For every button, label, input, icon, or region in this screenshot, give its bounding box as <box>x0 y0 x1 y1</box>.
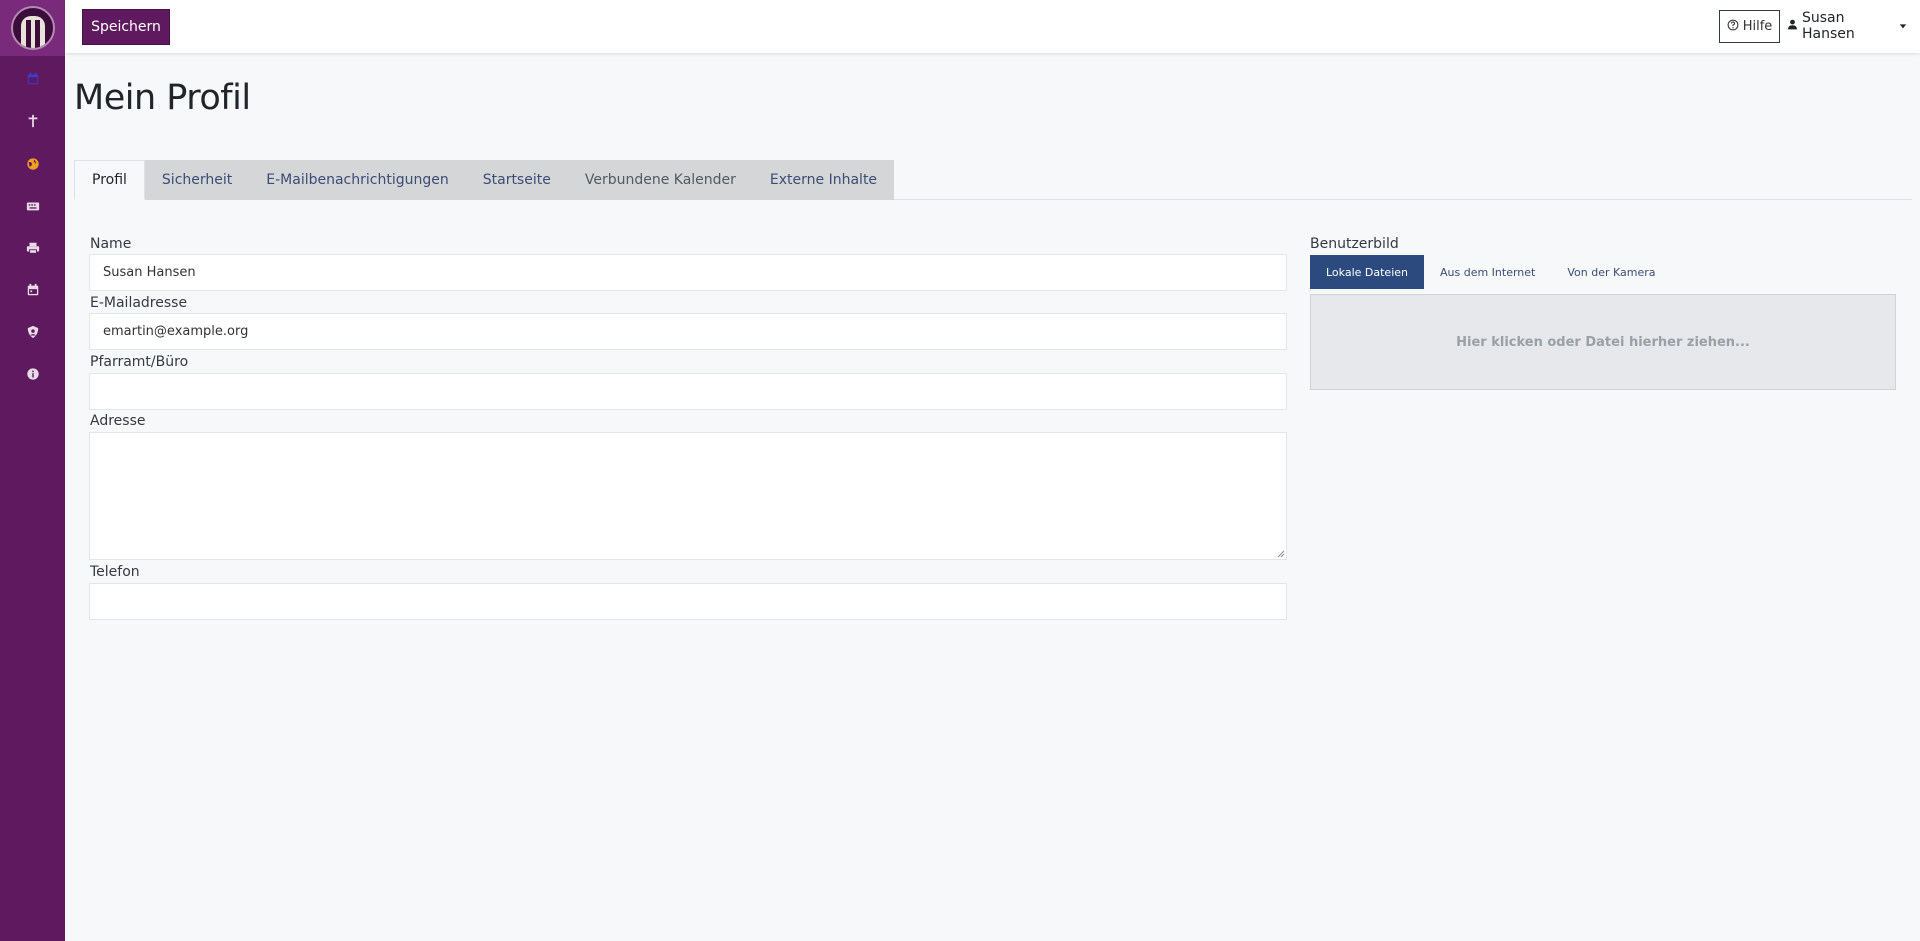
globe-icon[interactable] <box>0 152 65 176</box>
tab-external-content[interactable]: Externe Inhalte <box>752 160 895 200</box>
keyboard-icon[interactable] <box>0 194 65 218</box>
tab-from-internet[interactable]: Aus dem Internet <box>1424 255 1551 289</box>
printer-icon[interactable] <box>0 236 65 260</box>
resize-grip-icon[interactable] <box>1277 550 1285 558</box>
help-button[interactable]: Hilfe <box>1719 10 1780 43</box>
logo-icon <box>10 6 55 50</box>
office-label: Pfarramt/Büro <box>90 354 189 370</box>
calendar-check-icon[interactable] <box>0 67 65 91</box>
app-logo[interactable] <box>0 0 65 56</box>
user-menu[interactable]: Susan Hansen <box>1787 10 1907 42</box>
page-title: Mein Profil <box>74 78 251 118</box>
caret-down-icon <box>1899 18 1907 34</box>
phone-field[interactable] <box>89 583 1287 620</box>
avatar-label: Benutzerbild <box>1310 236 1399 252</box>
top-bar: Speichern Hilfe Susan Hansen <box>65 0 1920 53</box>
help-label: Hilfe <box>1742 19 1773 34</box>
calendar-icon[interactable] <box>0 278 65 302</box>
name-field[interactable]: Susan Hansen <box>89 254 1287 291</box>
profile-tabs: Profil Sicherheit E-Mailbenachrichtigung… <box>74 160 895 200</box>
dropzone-text: Hier klicken oder Datei hierher ziehen..… <box>1456 334 1750 350</box>
user-icon <box>1787 18 1798 34</box>
name-label: Name <box>90 236 132 252</box>
info-icon[interactable] <box>0 362 65 386</box>
user-shield-icon[interactable] <box>0 320 65 344</box>
tab-connected-calendars[interactable]: Verbundene Kalender <box>567 160 753 200</box>
sidebar <box>0 0 65 941</box>
cross-icon[interactable] <box>0 109 65 133</box>
address-label: Adresse <box>90 413 146 429</box>
address-textarea[interactable] <box>89 432 1287 560</box>
tab-email-notifications[interactable]: E-Mailbenachrichtigungen <box>249 160 466 200</box>
email-field[interactable]: emartin@example.org <box>89 313 1287 350</box>
tab-startseite[interactable]: Startseite <box>465 160 568 200</box>
office-field[interactable] <box>89 373 1287 410</box>
question-circle-icon <box>1727 19 1739 35</box>
save-button[interactable]: Speichern <box>82 9 170 45</box>
tab-local-files[interactable]: Lokale Dateien <box>1310 255 1424 289</box>
tab-sicherheit[interactable]: Sicherheit <box>144 160 250 200</box>
tab-profil[interactable]: Profil <box>74 160 145 200</box>
phone-label: Telefon <box>90 564 140 580</box>
avatar-source-tabs: Lokale Dateien Aus dem Internet Von der … <box>1310 255 1672 289</box>
avatar-dropzone[interactable]: Hier klicken oder Datei hierher ziehen..… <box>1310 294 1896 390</box>
email-label: E-Mailadresse <box>90 295 188 311</box>
tab-from-camera[interactable]: Von der Kamera <box>1551 255 1671 289</box>
user-name: Susan Hansen <box>1802 10 1855 42</box>
